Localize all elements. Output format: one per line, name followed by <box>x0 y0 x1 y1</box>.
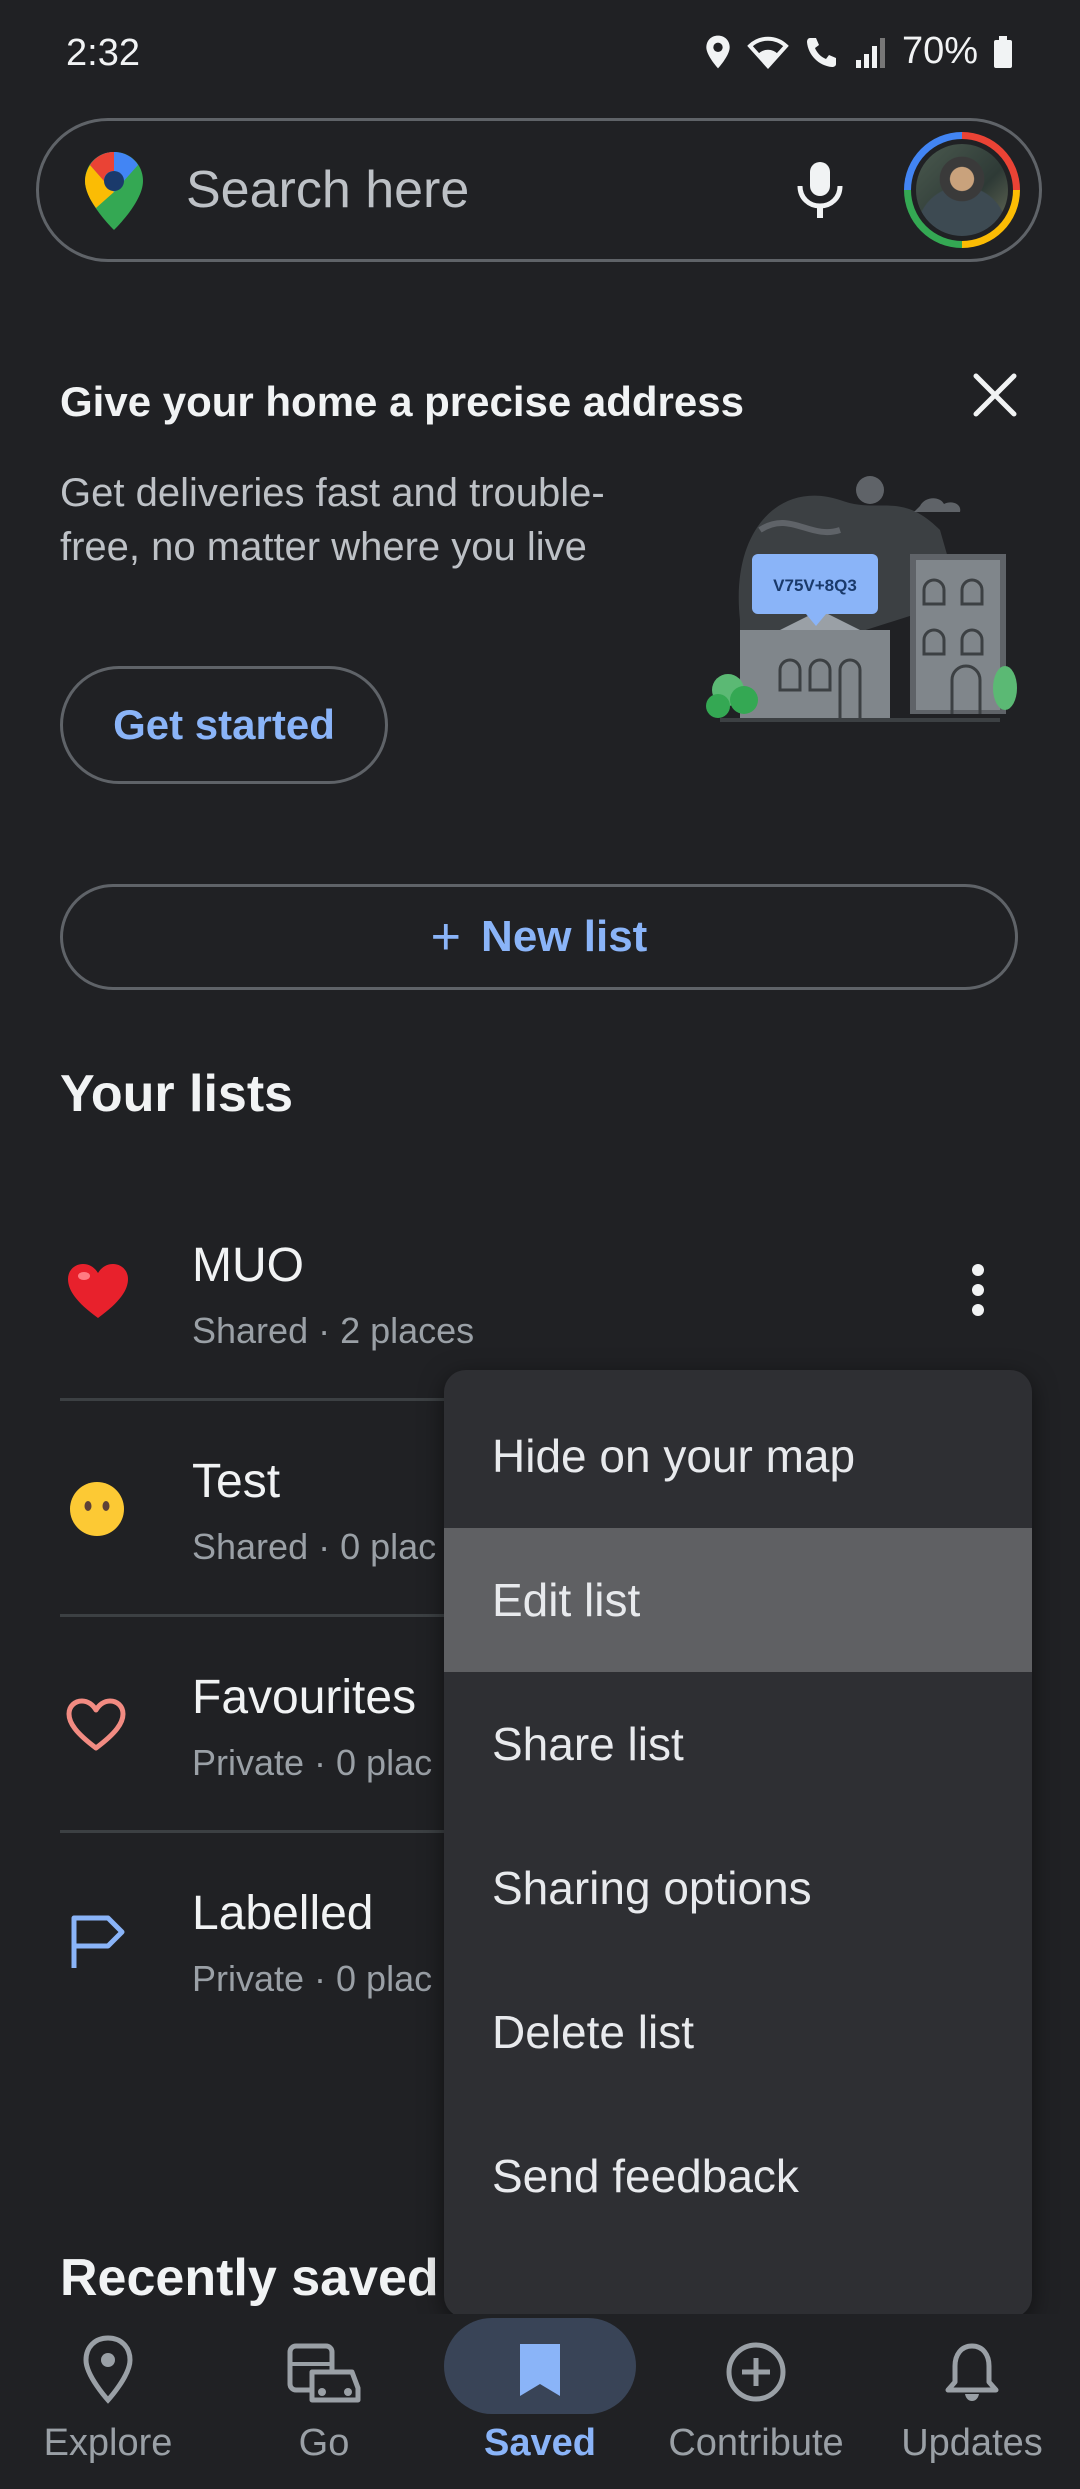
new-list-label: New list <box>481 912 648 961</box>
battery-icon <box>994 35 1012 68</box>
microphone-icon[interactable] <box>790 158 850 227</box>
list-subtitle: Private · 0 plac <box>192 1742 433 1783</box>
search-input[interactable]: Search here <box>186 160 469 220</box>
nav-go[interactable] <box>216 2320 432 2411</box>
battery-percent: 70% <box>901 30 978 72</box>
nav-explore[interactable] <box>0 2320 216 2409</box>
get-started-button[interactable]: Get started <box>60 666 388 784</box>
menu-item-share-list[interactable]: Share list <box>444 1672 1032 1816</box>
list-subtitle: Private · 0 plac <box>192 1958 433 1999</box>
list-subtitle: Shared · 2 places <box>192 1310 475 1351</box>
list-item-test[interactable] <box>0 1402 444 1616</box>
home-address-illustration: V75V+8Q3 <box>700 470 1020 765</box>
add-circle-icon <box>726 2342 786 2402</box>
close-icon[interactable] <box>970 370 1020 425</box>
menu-item-send-feedback[interactable]: Send feedback <box>444 2104 1032 2248</box>
nav-saved-label[interactable]: Saved <box>432 2422 648 2465</box>
list-options-menu: Hide on your map Edit list Share list Sh… <box>444 1370 1032 2318</box>
promo-description: Get deliveries fast and trouble-free, no… <box>60 471 605 569</box>
list-title: MUO <box>192 1239 304 1292</box>
bookmark-icon <box>520 2344 560 2396</box>
status-icons: 70% <box>704 30 1014 73</box>
more-options-icon[interactable] <box>970 1262 986 1323</box>
menu-item-edit-list[interactable]: Edit list <box>444 1528 1032 1672</box>
nav-go-label[interactable]: Go <box>216 2422 432 2465</box>
commute-icon <box>287 2343 361 2403</box>
nav-contribute-label[interactable]: Contribute <box>648 2422 864 2465</box>
promo-title: Give your home a precise address <box>60 378 744 425</box>
nav-saved[interactable] <box>432 2320 648 2405</box>
neutral-face-icon <box>68 1480 126 1543</box>
menu-item-sharing-options[interactable]: Sharing options <box>444 1816 1032 1960</box>
account-avatar[interactable] <box>904 132 1020 248</box>
wifi-icon <box>747 36 789 69</box>
nav-updates[interactable] <box>864 2320 1080 2409</box>
status-time: 2:32 <box>66 32 140 74</box>
bell-icon <box>945 2343 999 2401</box>
wifi-calling-icon <box>806 37 836 67</box>
list-title: Favourites <box>192 1671 417 1724</box>
your-lists-heading: Your lists <box>60 1065 294 1123</box>
plus-icon: + <box>430 908 462 966</box>
location-pin-icon <box>83 2335 133 2404</box>
recently-saved-heading: Recently saved <box>60 2249 439 2307</box>
new-list-button[interactable]: + New list <box>60 884 1018 990</box>
list-subtitle: Shared · 0 plac <box>192 1526 437 1567</box>
google-maps-logo-icon <box>82 150 146 237</box>
nav-explore-label[interactable]: Explore <box>0 2422 216 2465</box>
list-item-labelled[interactable] <box>0 1834 444 2048</box>
heart-outline-icon <box>64 1696 128 1759</box>
nav-updates-label[interactable]: Updates <box>864 2422 1080 2465</box>
list-title: Labelled <box>192 1887 374 1940</box>
list-title: Test <box>192 1455 281 1508</box>
flag-icon <box>68 1912 128 1977</box>
menu-item-hide-on-map[interactable]: Hide on your map <box>444 1384 1032 1528</box>
nav-contribute[interactable] <box>648 2320 864 2409</box>
menu-item-delete-list[interactable]: Delete list <box>444 1960 1032 2104</box>
signal-icon <box>855 37 885 68</box>
plus-code-label: V75V+8Q3 <box>773 576 857 595</box>
location-icon <box>706 35 730 68</box>
red-heart-icon <box>66 1262 130 1325</box>
